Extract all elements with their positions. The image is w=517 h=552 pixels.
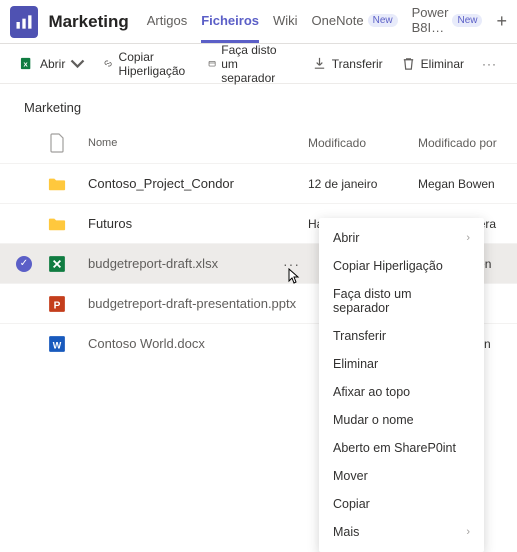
new-badge: New xyxy=(452,14,482,27)
ctx-open[interactable]: Abrir › xyxy=(319,224,484,252)
file-toolbar: x Abrir Copiar Hiperligação Faça disto u… xyxy=(0,44,517,84)
copy-link-button[interactable]: Copiar Hiperligação xyxy=(103,50,190,78)
toolbar-more-button[interactable]: ··· xyxy=(482,57,497,71)
trash-icon xyxy=(401,56,416,71)
tool-label: Copiar Hiperligação xyxy=(119,50,191,78)
delete-button[interactable]: Eliminar xyxy=(401,56,464,71)
folder-icon xyxy=(48,214,66,234)
ctx-label: Faça disto um separador xyxy=(333,287,470,315)
file-name: budgetreport-draft.xlsx xyxy=(88,256,218,271)
ctx-more[interactable]: Mais › xyxy=(319,518,484,546)
ctx-download[interactable]: Transferir xyxy=(319,322,484,350)
ctx-label: Mudar o nome xyxy=(333,413,414,427)
tool-label: Transferir xyxy=(332,57,383,71)
ctx-move[interactable]: Mover xyxy=(319,462,484,490)
tab-wiki[interactable]: Wiki xyxy=(273,0,298,43)
file-icon xyxy=(48,133,66,153)
make-tab-button[interactable]: Faça disto um separador xyxy=(208,43,294,85)
open-button[interactable]: x Abrir xyxy=(20,56,85,71)
channel-avatar xyxy=(10,6,38,38)
col-modified[interactable]: Modificado xyxy=(308,136,418,150)
file-modified-by: Megan Bowen xyxy=(418,177,508,191)
ctx-label: Aberto em ShareP0int xyxy=(333,441,456,455)
type-icon-header xyxy=(48,133,68,153)
ctx-rename[interactable]: Mudar o nome xyxy=(319,406,484,434)
table-row[interactable]: Contoso_Project_Condor 12 de janeiro Meg… xyxy=(0,163,517,203)
new-badge: New xyxy=(368,14,398,27)
chart-icon xyxy=(14,12,34,32)
ctx-copy[interactable]: Copiar xyxy=(319,490,484,518)
tool-label: Abrir xyxy=(40,57,65,71)
excel-file-icon xyxy=(48,254,66,274)
file-name: Futuros xyxy=(88,216,308,231)
tab-label: Power B8I… xyxy=(412,5,449,35)
channel-title: Marketing xyxy=(48,12,128,32)
ctx-make-tab[interactable]: Faça disto um separador xyxy=(319,280,484,322)
tab-onenote[interactable]: OneNote New xyxy=(312,0,398,43)
row-checkbox[interactable]: ✓ xyxy=(0,256,48,272)
ctx-copy-link[interactable]: Copiar Hiperligação xyxy=(319,252,484,280)
ctx-label: Mover xyxy=(333,469,368,483)
tab-files[interactable]: Ficheiros xyxy=(201,0,259,43)
tab-icon xyxy=(208,56,216,71)
word-file-icon: W xyxy=(48,334,66,354)
file-name: budgetreport-draft-presentation.pptx xyxy=(88,296,308,311)
tab-posts[interactable]: Artigos xyxy=(147,0,187,43)
powerpoint-file-icon: P xyxy=(48,294,66,314)
check-icon: ✓ xyxy=(16,256,32,272)
chevron-down-icon xyxy=(70,56,85,71)
table-header: Nome Modificado Modificado por xyxy=(0,123,517,163)
channel-header: Marketing Artigos Ficheiros Wiki OneNote… xyxy=(0,0,517,44)
ctx-label: Copiar xyxy=(333,497,370,511)
cursor-icon xyxy=(285,268,301,286)
chevron-right-icon: › xyxy=(466,526,470,538)
tab-strip: Artigos Ficheiros Wiki OneNote New Power … xyxy=(147,0,507,43)
ctx-label: Abrir xyxy=(333,231,359,245)
ctx-label: Afixar ao topo xyxy=(333,385,410,399)
excel-icon: x xyxy=(20,56,35,71)
ctx-pin[interactable]: Afixar ao topo xyxy=(319,378,484,406)
tab-label: Artigos xyxy=(147,13,187,28)
ctx-label: Eliminar xyxy=(333,357,378,371)
ctx-delete[interactable]: Eliminar xyxy=(319,350,484,378)
ctx-label: Transferir xyxy=(333,329,386,343)
breadcrumb[interactable]: Marketing xyxy=(0,84,517,123)
chevron-right-icon: › xyxy=(466,232,470,244)
ctx-open-sharepoint[interactable]: Aberto em ShareP0int xyxy=(319,434,484,462)
context-menu: Abrir › Copiar Hiperligação Faça disto um… xyxy=(319,218,484,552)
tab-powerbi[interactable]: Power B8I…New xyxy=(412,0,483,43)
col-name[interactable]: Nome xyxy=(88,137,308,149)
download-button[interactable]: Transferir xyxy=(312,56,383,71)
add-tab-button[interactable]: + xyxy=(496,11,507,32)
file-name: Contoso_Project_Condor xyxy=(88,176,308,191)
tool-label: Faça disto um separador xyxy=(221,43,294,85)
file-modified: 12 de janeiro xyxy=(308,177,418,191)
tab-label: Wiki xyxy=(273,13,298,28)
svg-text:P: P xyxy=(54,300,61,311)
tab-label: Ficheiros xyxy=(201,13,259,28)
svg-text:W: W xyxy=(53,340,62,350)
tab-label: OneNote xyxy=(312,13,364,28)
link-icon xyxy=(103,56,113,71)
row-more-button[interactable]: ··· xyxy=(283,256,300,272)
folder-icon xyxy=(48,174,66,194)
ctx-label: Copiar Hiperligação xyxy=(333,259,443,273)
col-modified-by[interactable]: Modificado por xyxy=(418,136,508,150)
tool-label: Eliminar xyxy=(421,57,464,71)
download-icon xyxy=(312,56,327,71)
ctx-label: Mais xyxy=(333,525,359,539)
file-name: Contoso World.docx xyxy=(88,336,308,351)
